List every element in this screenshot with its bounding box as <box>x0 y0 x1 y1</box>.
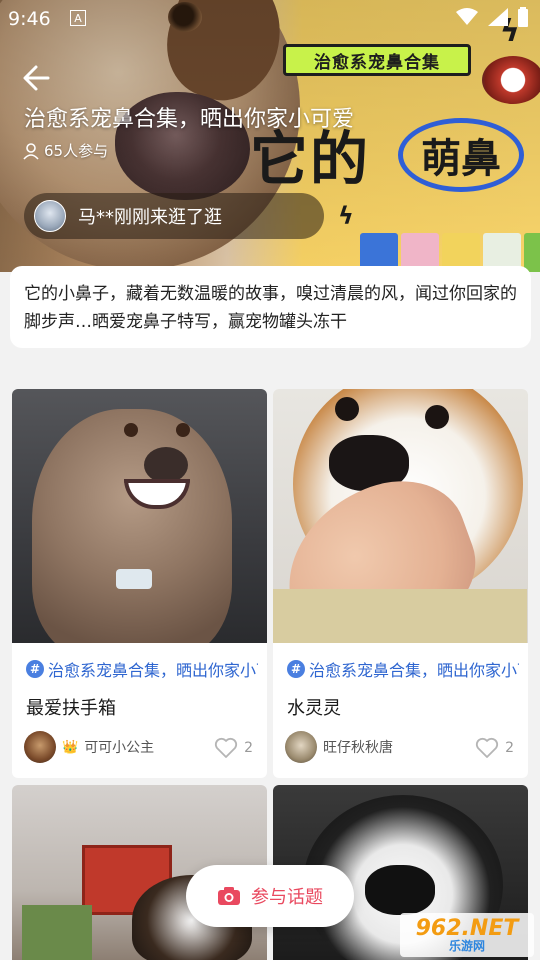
status-icons <box>456 7 528 27</box>
post-card[interactable]: # 治愈系宠鼻合集，晒出你家小可爱 最爱扶手箱 👑 可可小公主 2 <box>12 389 267 778</box>
post-topic-tag[interactable]: # 治愈系宠鼻合集，晒出你家小可爱 <box>26 657 258 681</box>
author-avatar[interactable] <box>24 731 56 763</box>
post-topic-tag[interactable]: # 治愈系宠鼻合集，晒出你家小可爱 <box>287 657 519 681</box>
participant-count-text: 65人参与 <box>44 142 109 160</box>
post-title: 最爱扶手箱 <box>26 698 116 719</box>
squiggle-icon: ϟ <box>338 202 354 230</box>
crown-icon: 👑 <box>62 739 79 755</box>
hashtag-icon: # <box>287 660 305 678</box>
camera-icon <box>218 887 240 905</box>
recent-visitor-pill: 马**刚刚来逛了逛 <box>24 193 324 239</box>
like-button[interactable]: 2 <box>475 737 514 759</box>
author-name: 可可小公主 <box>84 740 155 756</box>
site-watermark-logo: 962.NET 乐游网 <box>400 913 534 957</box>
watermark-bottom: 乐游网 <box>448 939 485 953</box>
visitor-avatar <box>34 200 66 232</box>
like-count: 2 <box>505 740 514 756</box>
person-icon <box>23 142 39 160</box>
post-image[interactable] <box>12 389 267 643</box>
back-arrow-icon[interactable] <box>18 60 54 96</box>
post-topic-text: 治愈系宠鼻合集，晒出你家小可爱 <box>48 661 258 680</box>
post-image[interactable] <box>273 389 528 643</box>
status-time: 9:46 <box>8 8 51 30</box>
post-author[interactable]: 旺仔秋秋唐 <box>285 731 393 763</box>
banner-tag: 治愈系宠鼻合集 <box>283 44 471 76</box>
signal-icon <box>488 8 508 26</box>
post-title: 水灵灵 <box>287 698 341 719</box>
join-topic-button[interactable]: 参与话题 <box>186 865 354 927</box>
topic-description-card: 它的小鼻子，藏着无数温暖的故事，嗅过清晨的风，闻过你回家的脚步声…晒爱宠鼻子特写… <box>10 266 531 348</box>
heart-icon <box>475 737 499 758</box>
post-card[interactable]: # 治愈系宠鼻合集，晒出你家小可爱 水灵灵 旺仔秋秋唐 2 <box>273 389 528 778</box>
join-topic-label: 参与话题 <box>251 887 323 908</box>
watermark-top: 962.NET <box>415 916 519 941</box>
topic-title: 治愈系宠鼻合集，晒出你家小可爱 <box>24 107 355 132</box>
visitor-text: 马**刚刚来逛了逛 <box>78 207 222 228</box>
like-count: 2 <box>244 740 253 756</box>
pet-food-can-image <box>482 56 540 104</box>
participant-count: 65人参与 <box>22 140 108 161</box>
wifi-icon <box>456 8 478 25</box>
hashtag-icon: # <box>26 660 44 678</box>
author-name: 旺仔秋秋唐 <box>323 740 393 756</box>
battery-icon <box>518 7 528 27</box>
topic-description: 它的小鼻子，藏着无数温暖的故事，嗅过清晨的风，闻过你回家的脚步声…晒爱宠鼻子特写… <box>24 284 517 332</box>
post-author[interactable]: 👑 可可小公主 <box>24 731 154 763</box>
post-topic-text: 治愈系宠鼻合集，晒出你家小可爱 <box>309 661 519 680</box>
like-button[interactable]: 2 <box>214 737 253 759</box>
topic-hero-banner: 治愈系宠鼻合集 它的 萌鼻 ϟ ϟ 9:46 A 治愈系宠鼻合集，晒出你家小可爱… <box>0 0 540 272</box>
author-avatar[interactable] <box>285 731 317 763</box>
banner-circled-text: 萌鼻 <box>398 118 524 192</box>
heart-icon <box>214 737 238 758</box>
notification-icon: A <box>70 10 86 26</box>
